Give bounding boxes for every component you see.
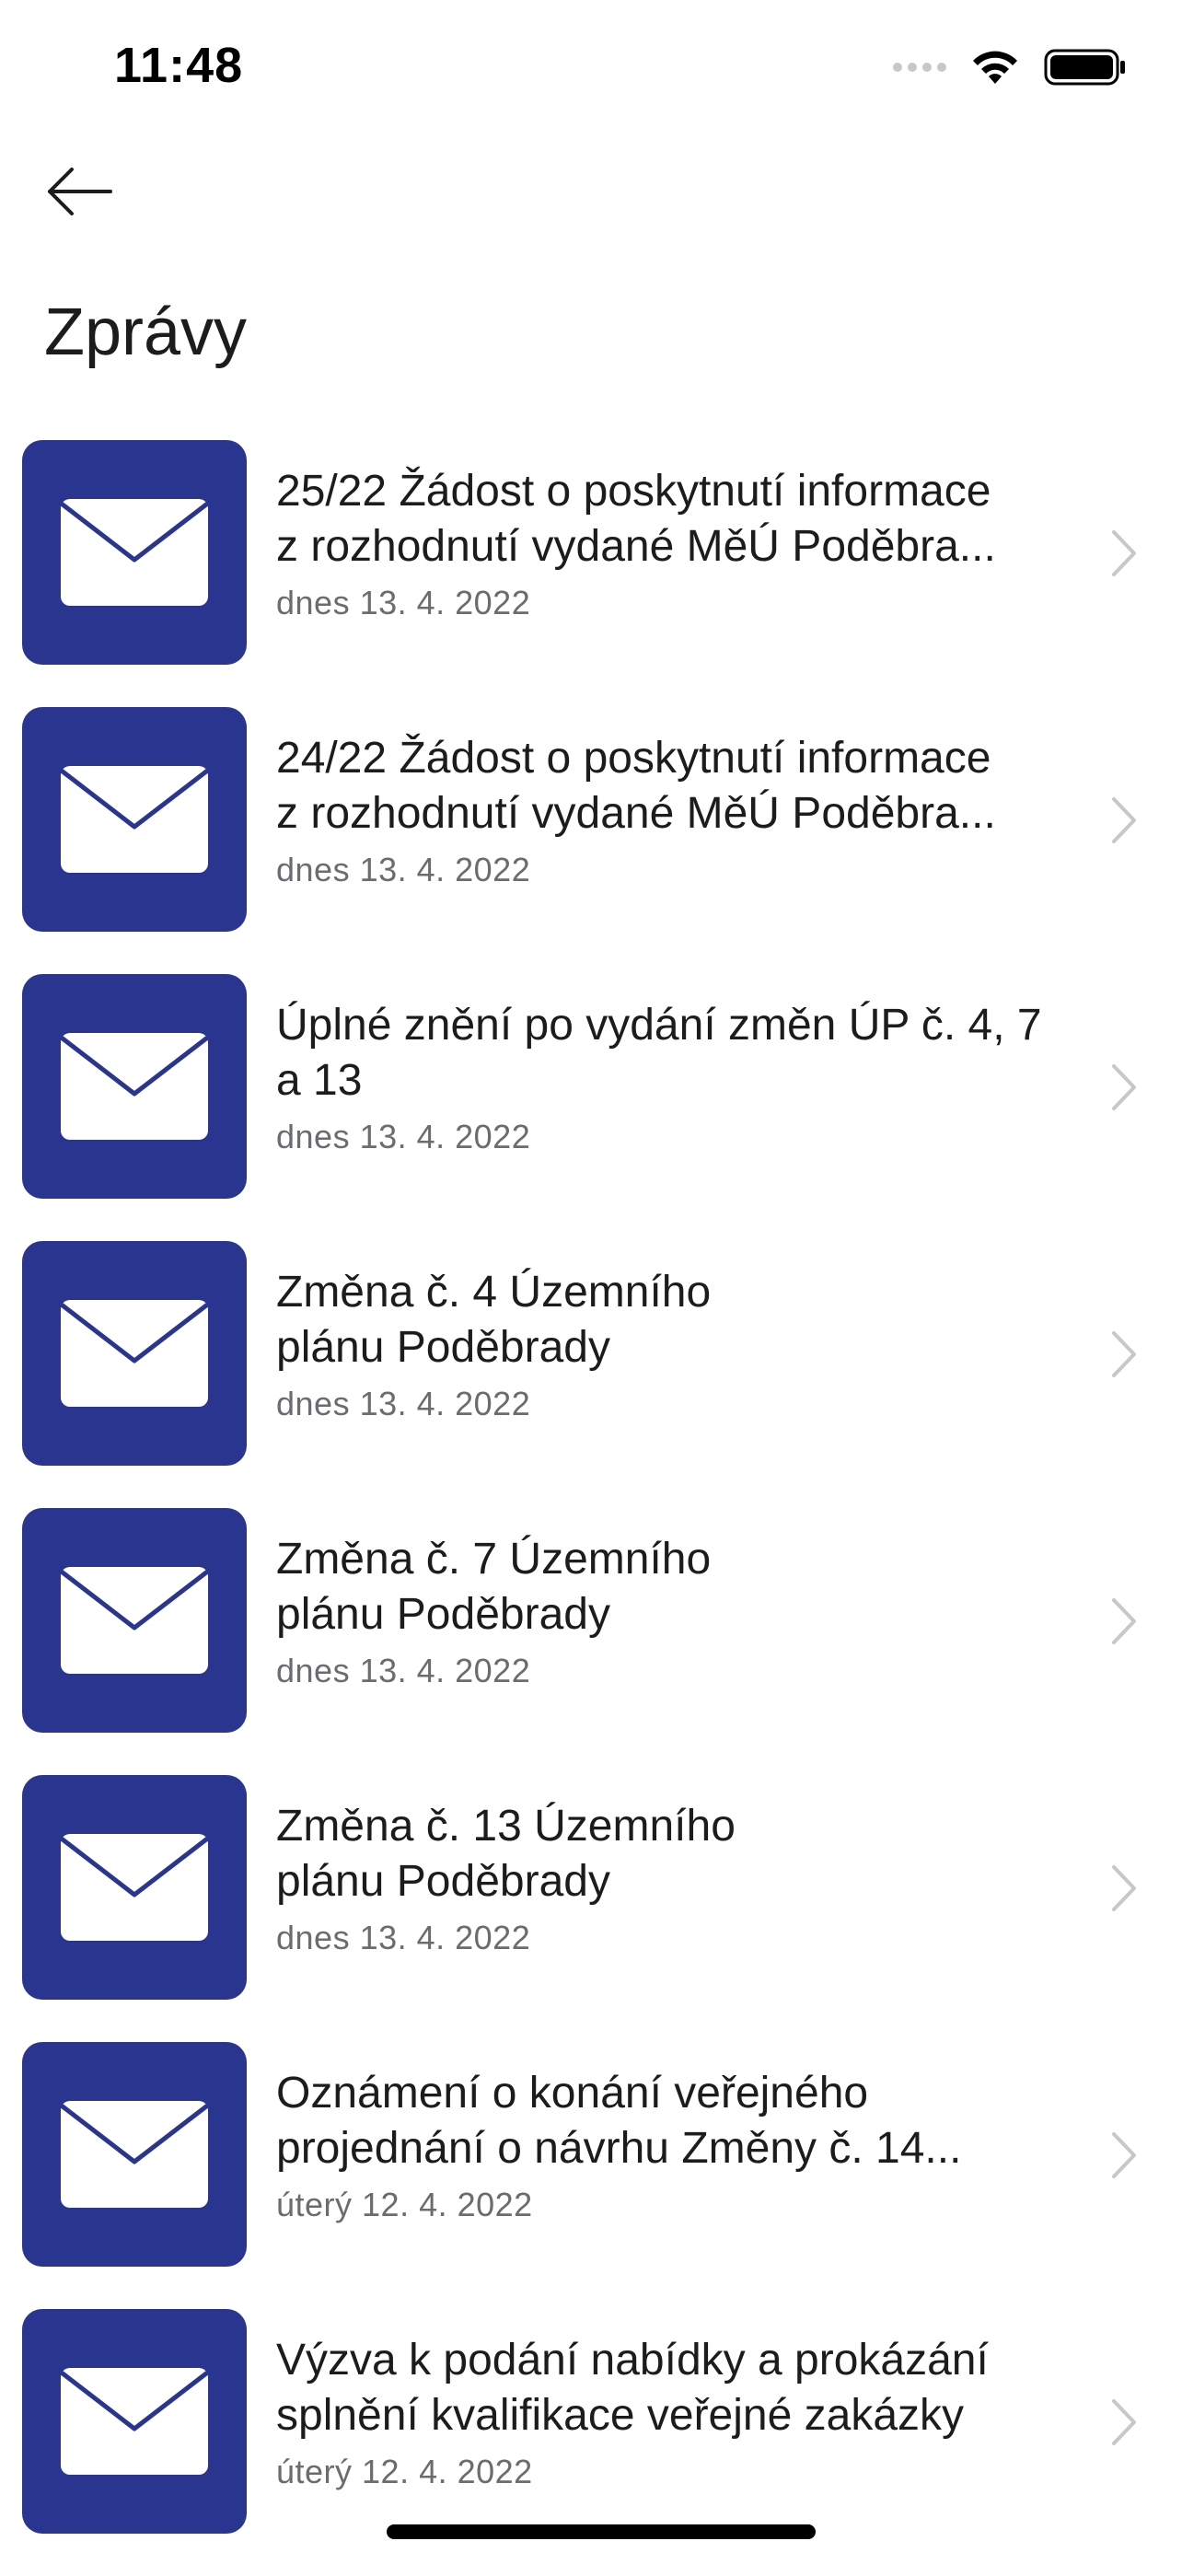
message-title-line-1: 25/22 Žádost o poskytnutí informace — [276, 467, 991, 516]
message-date: úterý 12. 4. 2022 — [276, 2453, 533, 2490]
message-icon-tile — [22, 707, 247, 932]
chevron-right-icon — [1112, 1865, 1136, 1911]
envelope-icon — [60, 2368, 209, 2475]
message-title: 25/22 Žádost o poskytnutí informace z ro… — [276, 464, 1105, 574]
battery-icon — [1044, 49, 1125, 86]
message-text: Oznámení o konání veřejného projednání o… — [276, 2066, 1105, 2224]
envelope-icon — [60, 1300, 209, 1407]
chevron-right-icon — [1112, 2132, 1136, 2178]
message-title-line-2: plánu Poděbrady — [276, 1323, 610, 1372]
back-button[interactable] — [46, 155, 129, 228]
message-title-line-1: Změna č. 4 Územního — [276, 1268, 712, 1317]
wifi-icon — [973, 51, 1017, 84]
message-title: 24/22 Žádost o poskytnutí informace z ro… — [276, 731, 1105, 841]
envelope-icon — [60, 499, 209, 606]
message-title-line-1: Úplné znění po vydání změn ÚP č. 4, 7 — [276, 1001, 1042, 1050]
envelope-icon — [60, 766, 209, 873]
home-indicator — [387, 2524, 816, 2539]
message-list-item[interactable]: Změna č. 13 Územního plánu Poděbrady dne… — [0, 1775, 1182, 2042]
message-text: Změna č. 7 Územního plánu Poděbrady dnes… — [276, 1532, 1105, 1690]
message-title-line-1: Změna č. 13 Územního — [276, 1802, 736, 1851]
cellular-signal-icon — [893, 63, 946, 72]
message-date: dnes 13. 4. 2022 — [276, 1919, 531, 1956]
envelope-icon — [60, 1567, 209, 1674]
message-date: dnes 13. 4. 2022 — [276, 1652, 531, 1689]
message-text: Výzva k podání nabídky a prokázání splně… — [276, 2333, 1105, 2491]
envelope-icon — [60, 1834, 209, 1941]
message-icon-tile — [22, 974, 247, 1199]
status-bar: 11:48 — [0, 0, 1182, 129]
message-date: úterý 12. 4. 2022 — [276, 2186, 533, 2223]
message-date: dnes 13. 4. 2022 — [276, 1385, 531, 1422]
chevron-right-icon — [1112, 530, 1136, 576]
chevron-right-icon — [1112, 2399, 1136, 2445]
message-text: 24/22 Žádost o poskytnutí informace z ro… — [276, 731, 1105, 889]
message-title-line-2: z rozhodnutí vydané MěÚ Poděbra... — [276, 789, 996, 838]
message-title: Změna č. 13 Územního plánu Poděbrady — [276, 1799, 1105, 1909]
message-title-line-2: plánu Poděbrady — [276, 1857, 610, 1906]
message-title-line-2: splnění kvalifikace veřejné zakázky — [276, 2391, 965, 2440]
message-icon-tile — [22, 1508, 247, 1733]
message-text: Úplné znění po vydání změn ÚP č. 4, 7 a … — [276, 998, 1105, 1156]
message-list-item[interactable]: Oznámení o konání veřejného projednání o… — [0, 2042, 1182, 2309]
message-title-line-1: Oznámení o konání veřejného — [276, 2069, 869, 2118]
chevron-right-icon — [1112, 797, 1136, 843]
message-list-item[interactable]: 24/22 Žádost o poskytnutí informace z ro… — [0, 707, 1182, 974]
page-title: Zprávy — [44, 296, 248, 369]
chevron-right-icon — [1112, 1598, 1136, 1644]
message-list-item[interactable]: Úplné znění po vydání změn ÚP č. 4, 7 a … — [0, 974, 1182, 1241]
chevron-right-icon — [1112, 1064, 1136, 1110]
message-title: Úplné znění po vydání změn ÚP č. 4, 7 a … — [276, 998, 1105, 1108]
message-title-line-1: Výzva k podání nabídky a prokázání — [276, 2336, 989, 2385]
envelope-icon — [60, 1033, 209, 1140]
message-list-item[interactable]: Změna č. 7 Územního plánu Poděbrady dnes… — [0, 1508, 1182, 1775]
message-title-line-2: plánu Poděbrady — [276, 1590, 610, 1639]
message-list: 25/22 Žádost o poskytnutí informace z ro… — [0, 440, 1182, 2576]
message-title: Změna č. 7 Územního plánu Poděbrady — [276, 1532, 1105, 1642]
message-date: dnes 13. 4. 2022 — [276, 851, 531, 888]
message-title-line-2: z rozhodnutí vydané MěÚ Poděbra... — [276, 522, 996, 571]
message-icon-tile — [22, 1775, 247, 2000]
envelope-icon — [60, 2101, 209, 2208]
message-title: Oznámení o konání veřejného projednání o… — [276, 2066, 1105, 2176]
message-icon-tile — [22, 2042, 247, 2267]
message-title: Výzva k podání nabídky a prokázání splně… — [276, 2333, 1105, 2443]
message-list-item[interactable]: Změna č. 4 Územního plánu Poděbrady dnes… — [0, 1241, 1182, 1508]
message-icon-tile — [22, 2309, 247, 2534]
message-text: 25/22 Žádost o poskytnutí informace z ro… — [276, 464, 1105, 622]
arrow-left-icon — [48, 168, 112, 215]
status-icons — [893, 44, 1127, 90]
message-list-item[interactable]: 25/22 Žádost o poskytnutí informace z ro… — [0, 440, 1182, 707]
message-icon-tile — [22, 1241, 247, 1466]
message-title-line-1: 24/22 Žádost o poskytnutí informace — [276, 734, 991, 783]
message-title-line-2: a 13 — [276, 1056, 363, 1105]
message-title-line-2: projednání o návrhu Změny č. 14... — [276, 2124, 962, 2173]
message-title: Změna č. 4 Územního plánu Poděbrady — [276, 1265, 1105, 1375]
message-icon-tile — [22, 440, 247, 665]
message-date: dnes 13. 4. 2022 — [276, 1118, 531, 1155]
message-title-line-1: Změna č. 7 Územního — [276, 1535, 712, 1584]
chevron-right-icon — [1112, 1331, 1136, 1377]
status-time: 11:48 — [114, 38, 244, 93]
message-text: Změna č. 13 Územního plánu Poděbrady dne… — [276, 1799, 1105, 1957]
message-text: Změna č. 4 Územního plánu Poděbrady dnes… — [276, 1265, 1105, 1423]
message-date: dnes 13. 4. 2022 — [276, 584, 531, 621]
